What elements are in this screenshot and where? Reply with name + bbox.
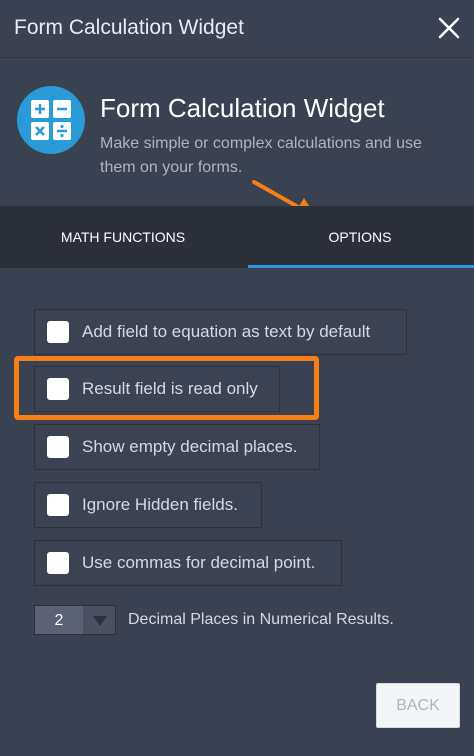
window-title: Form Calculation Widget	[14, 16, 244, 39]
option-label: Result field is read only	[82, 379, 258, 398]
checkbox[interactable]	[47, 436, 69, 458]
checkbox[interactable]	[47, 321, 69, 343]
option-label: Add field to equation as text by default	[82, 322, 371, 341]
checkbox[interactable]	[47, 378, 69, 400]
calculator-icon	[17, 86, 85, 154]
widget-header: Form Calculation Widget Make simple or c…	[0, 58, 474, 206]
checkbox[interactable]	[47, 494, 69, 516]
option-commas-decimal[interactable]: Use commas for decimal point.	[34, 540, 342, 586]
option-add-field-as-text[interactable]: Add field to equation as text by default	[34, 309, 407, 355]
option-result-read-only[interactable]: Result field is read only	[34, 366, 280, 412]
back-button[interactable]: BACK	[376, 683, 460, 728]
decimal-places-select[interactable]: 2	[34, 605, 116, 635]
decimal-places-value: 2	[35, 606, 83, 634]
tab-math-functions[interactable]: MATH FUNCTIONS	[0, 206, 246, 268]
tab-options[interactable]: OPTIONS	[246, 206, 474, 268]
widget-title: Form Calculation Widget	[100, 93, 385, 123]
tab-bar: MATH FUNCTIONS OPTIONS	[0, 206, 474, 268]
option-label: Use commas for decimal point.	[82, 553, 316, 572]
checkbox[interactable]	[47, 552, 69, 574]
option-label: Ignore Hidden fields.	[82, 495, 238, 514]
calculation-widget-panel: Form Calculation Widget Form Calculation…	[0, 0, 474, 756]
chevron-down-icon	[93, 616, 107, 626]
title-bar: Form Calculation Widget	[0, 0, 474, 58]
option-label: Show empty decimal places.	[82, 437, 298, 456]
decimal-places-label: Decimal Places in Numerical Results.	[128, 611, 394, 628]
option-ignore-hidden-fields[interactable]: Ignore Hidden fields.	[34, 482, 262, 528]
close-icon[interactable]	[432, 11, 466, 45]
option-show-empty-decimals[interactable]: Show empty decimal places.	[34, 424, 320, 470]
widget-description: Make simple or complex calculations and …	[100, 135, 422, 176]
